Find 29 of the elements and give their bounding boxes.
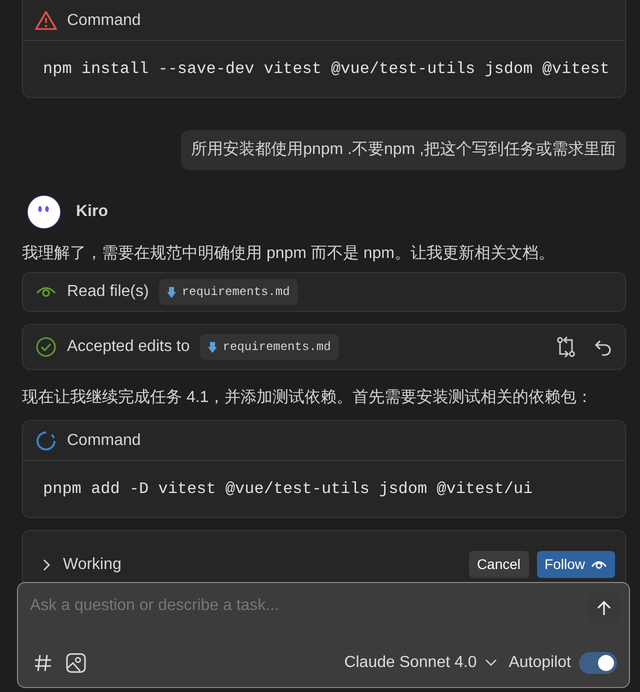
action-label: Accepted edits to <box>67 337 190 357</box>
autopilot-toggle[interactable] <box>579 652 617 674</box>
chevron-icon[interactable] <box>41 558 51 572</box>
model-selector[interactable]: Claude Sonnet 4.0 <box>344 651 497 675</box>
command-code: npm install --save-dev vitest @vue/test-utils jsdom @vitest <box>42 59 610 80</box>
card-title: Command <box>67 10 141 30</box>
follow-button[interactable]: Follow <box>536 551 615 578</box>
image-icon[interactable] <box>66 653 86 673</box>
status-label: Working <box>63 554 122 574</box>
action-label: Read file(s) <box>67 282 149 302</box>
card-title: Command <box>67 430 141 450</box>
chat-input[interactable]: Ask a question or describe a task... <box>28 593 568 619</box>
autopilot-label: Autopilot <box>508 653 571 673</box>
compare-icon[interactable] <box>555 336 577 358</box>
avatar-icon <box>26 194 62 230</box>
file-chip[interactable]: requirements.md <box>200 334 339 360</box>
download-icon <box>208 342 217 352</box>
download-icon <box>166 286 176 298</box>
chevron-down-icon <box>484 659 497 667</box>
user-message: 所用安装都使用pnpm .不要npm ,把这个写到任务或需求里面 <box>181 130 626 170</box>
eye-icon <box>591 560 607 568</box>
command-code: pnpm add -D vitest @vue/test-utils jsdom @vitest/ui <box>42 479 534 500</box>
arrow-up-icon <box>597 600 611 616</box>
message-text: 我理解了，需要在规范中明确使用 pnpm 而不是 npm。让我更新相关文档。 <box>22 244 556 264</box>
file-chip[interactable]: requirements.md <box>158 279 298 305</box>
message-text: 现在让我继续完成任务 4.1，并添加测试依赖。首先需要安装测试相关的依赖包： <box>22 388 594 408</box>
hash-icon[interactable] <box>34 654 52 672</box>
cancel-button[interactable]: Cancel <box>468 551 529 578</box>
agent-name: Kiro <box>76 202 108 222</box>
